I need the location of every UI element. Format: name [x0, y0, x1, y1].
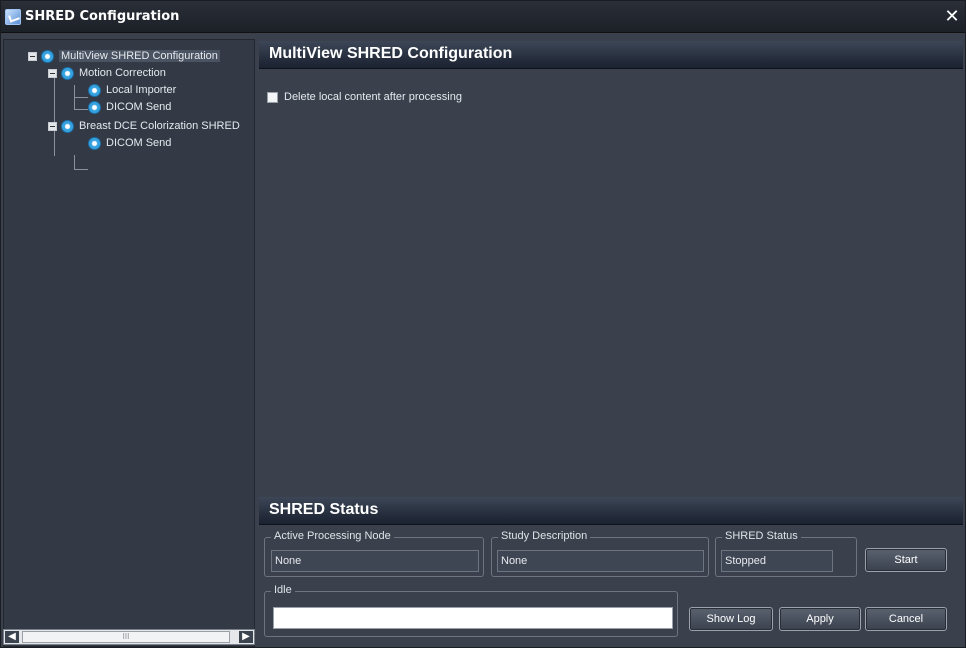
- tree-horizontal-scrollbar[interactable]: ◀ III ▶: [3, 629, 255, 645]
- status-section-header: SHRED Status: [259, 497, 963, 525]
- delete-local-content-checkbox[interactable]: [267, 91, 278, 103]
- app-icon: [5, 8, 21, 25]
- close-icon[interactable]: ✕: [943, 8, 961, 26]
- gear-node-icon: [88, 83, 101, 97]
- tree-item-motion-correction[interactable]: Motion Correction: [48, 66, 166, 80]
- idle-label: Idle: [271, 584, 295, 596]
- start-button[interactable]: Start: [865, 548, 947, 572]
- gear-node-icon: [88, 136, 101, 150]
- config-section-header: MultiView SHRED Configuration: [259, 41, 963, 69]
- tree-item-label: Local Importer: [106, 84, 177, 96]
- tree-line: [74, 109, 88, 110]
- tree-item-label: Breast DCE Colorization SHRED: [79, 120, 240, 132]
- show-log-button[interactable]: Show Log: [689, 607, 773, 631]
- delete-local-content-option[interactable]: Delete local content after processing: [267, 91, 462, 103]
- scroll-left-icon[interactable]: ◀: [5, 631, 19, 643]
- title-bar: SHRED Configuration ✕: [1, 1, 965, 33]
- tree-item-dicom-send-2[interactable]: DICOM Send: [88, 136, 171, 150]
- scroll-thumb[interactable]: III: [22, 631, 230, 643]
- scroll-right-icon[interactable]: ▶: [239, 631, 253, 643]
- cancel-button[interactable]: Cancel: [865, 607, 947, 631]
- configuration-tree: MultiView SHRED Configuration Motion Cor…: [3, 39, 255, 647]
- shred-status-field: Stopped: [721, 550, 833, 572]
- delete-local-content-label: Delete local content after processing: [284, 91, 462, 103]
- tree-line: [74, 169, 88, 170]
- progress-bar: [273, 607, 673, 629]
- tree-item-dicom-send[interactable]: DICOM Send: [88, 100, 171, 114]
- tree-item-label: Motion Correction: [79, 67, 166, 79]
- gear-node-icon: [88, 100, 101, 114]
- tree-item-breast-dce[interactable]: Breast DCE Colorization SHRED: [48, 119, 240, 133]
- tree-item-label: DICOM Send: [106, 101, 172, 113]
- window-title: SHRED Configuration: [25, 9, 180, 24]
- tree-line: [74, 155, 75, 169]
- gear-node-icon: [61, 119, 74, 133]
- study-description-field: None: [497, 550, 704, 572]
- tree-item-label: MultiView SHRED Configuration: [59, 50, 220, 62]
- collapse-icon[interactable]: [48, 68, 57, 78]
- tree-item-local-importer[interactable]: Local Importer: [88, 83, 176, 97]
- tree-line: [74, 97, 88, 98]
- shred-configuration-window: SHRED Configuration ✕ MultiView SHRED Co…: [0, 0, 966, 648]
- shred-status-label: SHRED Status: [722, 530, 801, 542]
- tree-item-root[interactable]: MultiView SHRED Configuration: [28, 49, 220, 63]
- active-node-field: None: [271, 550, 479, 572]
- collapse-icon[interactable]: [48, 121, 57, 131]
- collapse-icon[interactable]: [28, 51, 37, 61]
- tree-line: [54, 72, 55, 156]
- study-description-label: Study Description: [498, 530, 591, 542]
- tree-item-label: DICOM Send: [106, 137, 172, 149]
- active-node-label: Active Processing Node: [271, 530, 394, 542]
- apply-button[interactable]: Apply: [779, 607, 861, 631]
- config-content-area: [259, 69, 963, 495]
- gear-node-icon: [41, 49, 54, 63]
- gear-node-icon: [61, 66, 74, 80]
